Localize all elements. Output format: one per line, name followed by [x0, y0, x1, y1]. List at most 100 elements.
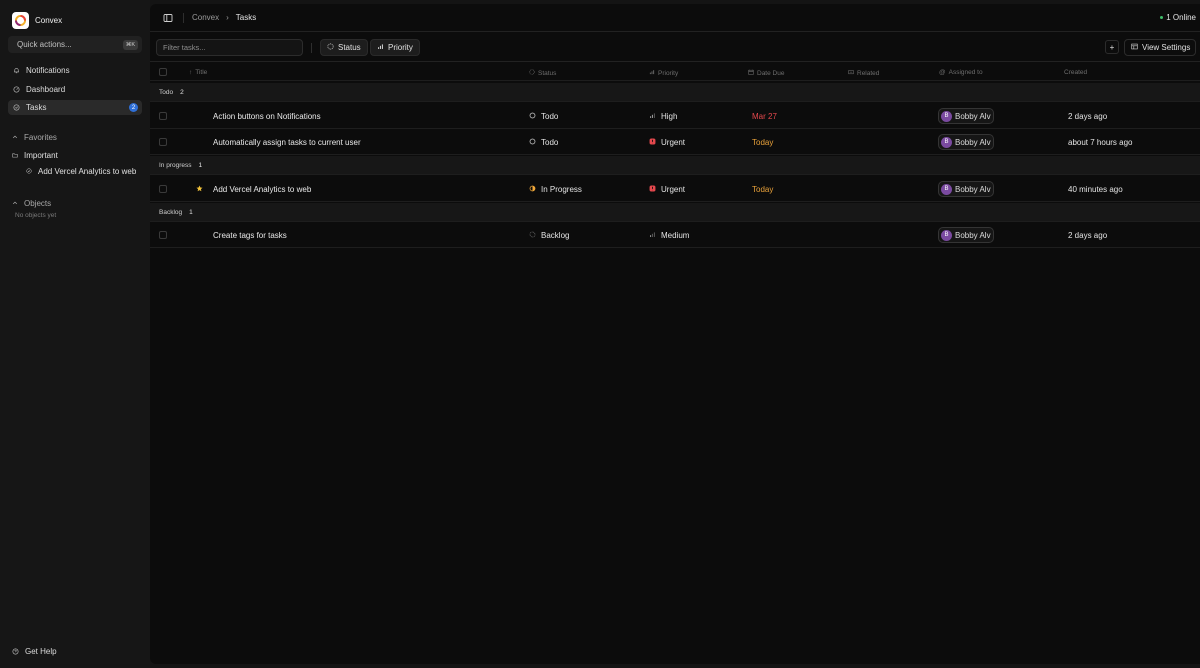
group-header-in-progress[interactable]: In progress 1	[150, 156, 1200, 175]
avatar: B	[941, 136, 952, 148]
top-bar: Convex › Tasks 1 Online	[150, 4, 1200, 32]
row-checkbox[interactable]	[159, 138, 167, 146]
status-cell[interactable]: Todo	[529, 138, 558, 147]
get-help-label: Get Help	[25, 647, 57, 656]
quick-actions-button[interactable]: Quick actions... ⌘K	[8, 36, 142, 53]
column-created[interactable]: Created	[1064, 69, 1087, 76]
view-settings-label: View Settings	[1142, 43, 1191, 52]
online-dot-icon	[1160, 16, 1164, 19]
column-label: Assigned to	[948, 69, 983, 76]
priority-cell[interactable]: Medium	[649, 231, 689, 240]
status-filter-label: Status	[338, 43, 361, 52]
quick-actions-label: Quick actions...	[17, 40, 72, 49]
due-date[interactable]: Mar 27	[752, 112, 777, 121]
assignee-chip[interactable]: B Bobby Alv	[938, 108, 994, 124]
column-date-due[interactable]: Date Due	[748, 69, 784, 77]
favorites-section-toggle[interactable]: Favorites	[12, 133, 57, 142]
at-sign-icon: @	[939, 69, 946, 76]
row-checkbox[interactable]	[159, 112, 167, 120]
due-date[interactable]: Today	[752, 138, 773, 147]
priority-filter-label: Priority	[388, 43, 413, 52]
select-all-checkbox[interactable]	[159, 68, 167, 76]
sidebar-item-label: Tasks	[26, 103, 47, 112]
main-panel: Convex › Tasks 1 Online Status Priority …	[150, 4, 1200, 664]
task-title: Action buttons on Notifications	[213, 112, 321, 121]
assignee-chip[interactable]: B Bobby Alv	[938, 134, 994, 150]
group-name: Todo	[159, 88, 174, 96]
row-checkbox[interactable]	[159, 231, 167, 239]
signal-bars-icon	[649, 231, 656, 240]
urgent-alert-icon	[649, 138, 656, 147]
avatar: B	[941, 110, 952, 122]
column-label: Priority	[658, 69, 679, 77]
column-label: Related	[857, 69, 880, 77]
filter-tasks-input[interactable]	[156, 39, 303, 56]
task-check-icon	[26, 167, 32, 176]
favorite-item-task[interactable]: Add Vercel Analytics to web	[26, 167, 136, 176]
task-title: Automatically assign tasks to current us…	[213, 138, 361, 147]
priority-cell[interactable]: Urgent	[649, 185, 685, 194]
priority-label: Urgent	[661, 138, 686, 147]
column-assigned-to[interactable]: @ Assigned to	[939, 69, 983, 76]
table-row[interactable]: Action buttons on Notifications Todo Hig…	[150, 103, 1200, 129]
objects-section-toggle[interactable]: Objects	[12, 199, 51, 208]
tasks-count-badge: 2	[129, 103, 138, 112]
column-label: Created	[1064, 69, 1088, 76]
status-filter-button[interactable]: Status	[320, 39, 368, 56]
toolbar: Status Priority + View Settings	[150, 32, 1200, 62]
signal-bars-icon	[649, 69, 655, 77]
favorites-label: Favorites	[24, 133, 57, 142]
row-checkbox[interactable]	[159, 185, 167, 193]
online-count: 1 Online	[1166, 13, 1196, 22]
group-count: 2	[180, 88, 184, 96]
avatar: B	[941, 229, 952, 241]
folder-label: Important	[24, 151, 58, 160]
status-icon	[529, 69, 535, 77]
priority-cell[interactable]: High	[649, 112, 677, 121]
get-help-button[interactable]: Get Help	[12, 647, 57, 656]
sidebar-item-tasks[interactable]: Tasks 2	[8, 100, 142, 115]
sidebar-toggle-icon[interactable]	[163, 13, 173, 23]
table-row[interactable]: Add Vercel Analytics to web In Progress …	[150, 176, 1200, 202]
priority-filter-button[interactable]: Priority	[370, 39, 420, 56]
table-header: ↑ Title Status Priority Date Due Related …	[150, 64, 1200, 81]
online-indicator: 1 Online	[1160, 13, 1196, 22]
column-related[interactable]: Related	[848, 69, 879, 77]
sidebar-item-notifications[interactable]: Notifications	[8, 63, 142, 78]
priority-label: High	[661, 112, 678, 121]
due-date[interactable]: Today	[752, 185, 773, 194]
breadcrumb-workspace[interactable]: Convex	[192, 13, 219, 22]
view-settings-button[interactable]: View Settings	[1124, 39, 1196, 56]
breadcrumb: Convex › Tasks	[192, 13, 256, 22]
status-label: Todo	[541, 112, 559, 121]
sidebar-item-dashboard[interactable]: Dashboard	[8, 82, 142, 97]
column-priority[interactable]: Priority	[649, 69, 678, 77]
column-title[interactable]: ↑ Title	[189, 69, 207, 76]
status-cell[interactable]: Todo	[529, 112, 558, 121]
group-header-todo[interactable]: Todo 2	[150, 83, 1200, 102]
group-header-backlog[interactable]: Backlog 1	[150, 203, 1200, 222]
created-time: 40 minutes ago	[1068, 185, 1123, 194]
avatar: B	[941, 183, 952, 195]
priority-label: Urgent	[661, 185, 686, 194]
favorites-folder-important[interactable]: Important	[12, 151, 58, 160]
star-icon[interactable]	[196, 185, 203, 192]
table-row[interactable]: Create tags for tasks Backlog Medium B Bo…	[150, 222, 1200, 248]
dashboard-icon	[13, 86, 20, 93]
table-row[interactable]: Automatically assign tasks to current us…	[150, 129, 1200, 155]
column-label: Status	[538, 69, 557, 77]
task-title: Create tags for tasks	[213, 231, 287, 240]
group-count: 1	[189, 208, 193, 216]
assignee-chip[interactable]: B Bobby Alv	[938, 227, 994, 243]
sidebar-item-label: Dashboard	[26, 85, 66, 94]
priority-cell[interactable]: Urgent	[649, 138, 685, 147]
column-label: Date Due	[757, 69, 785, 77]
status-cell[interactable]: In Progress	[529, 185, 582, 194]
column-status[interactable]: Status	[529, 69, 556, 77]
workspace-switcher[interactable]: Convex	[12, 12, 62, 29]
add-task-button[interactable]: +	[1105, 40, 1119, 54]
assignee-chip[interactable]: B Bobby Alv	[938, 181, 994, 197]
status-cell[interactable]: Backlog	[529, 231, 569, 240]
created-time: 2 days ago	[1068, 231, 1108, 240]
chevron-right-icon: ›	[226, 13, 229, 22]
